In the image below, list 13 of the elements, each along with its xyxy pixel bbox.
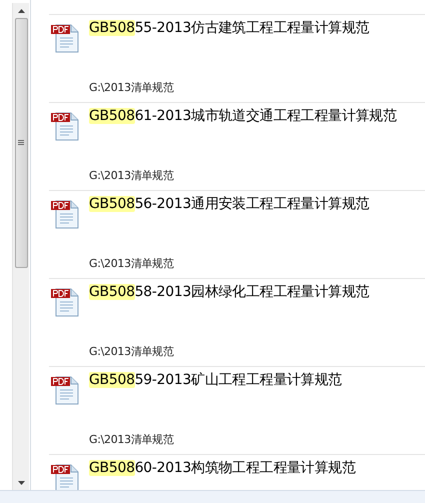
result-title[interactable]: GB50856-2013通用安装工程工程量计算规范 <box>89 195 370 213</box>
result-title[interactable]: GB50861-2013城市轨道交通工程工程量计算规范 <box>89 107 397 125</box>
result-title[interactable]: GB50858-2013园林绿化工程工程量计算规范 <box>89 283 370 301</box>
file-path: G:\2013清单规范 <box>89 168 175 183</box>
file-path: G:\2013清单规范 <box>89 80 175 95</box>
scrollbar[interactable] <box>12 3 29 490</box>
scroll-thumb[interactable] <box>14 18 28 268</box>
file-path: G:\2013清单规范 <box>89 256 175 271</box>
result-title[interactable]: GB50859-2013矿山工程工程量计算规范 <box>89 371 342 389</box>
result-title[interactable]: GB50855-2013仿古建筑工程工程量计算规范 <box>89 19 370 37</box>
result-title[interactable]: GB50860-2013构筑物工程工程量计算规范 <box>89 459 356 477</box>
file-path: G:\2013清单规范 <box>89 432 175 447</box>
file-path: G:\2013清单规范 <box>89 344 175 359</box>
